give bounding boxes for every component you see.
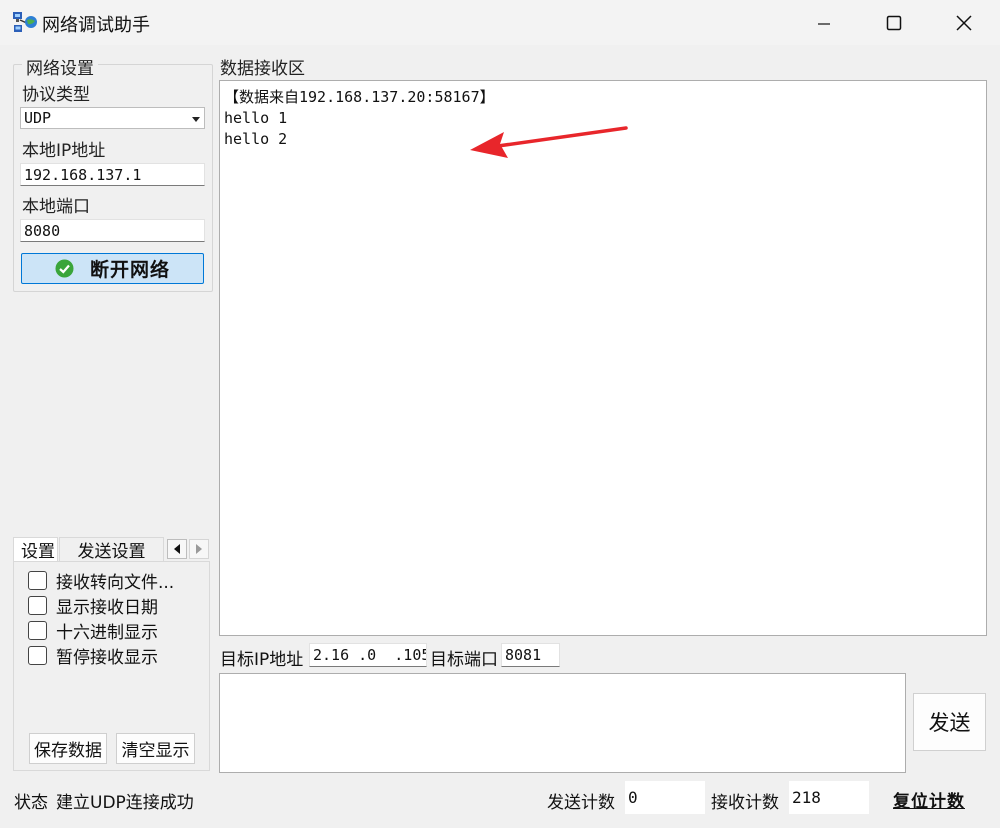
target-port-input[interactable]: 8081 — [501, 643, 560, 667]
tab-send-settings[interactable]: 发送设置 — [59, 537, 164, 562]
option-label: 暂停接收显示 — [56, 648, 158, 668]
minimize-button[interactable] — [789, 0, 859, 45]
receive-count-label: 接收计数 — [711, 793, 779, 813]
status-label: 状态 — [14, 793, 48, 813]
protocol-value: UDP — [24, 109, 52, 127]
option-label: 显示接收日期 — [56, 598, 158, 618]
receive-area-label: 数据接收区 — [220, 59, 305, 79]
close-button[interactable] — [929, 0, 999, 45]
checkbox[interactable] — [28, 571, 47, 590]
arrow-right-icon — [196, 544, 202, 554]
send-count-label: 发送计数 — [547, 793, 615, 813]
minimize-icon — [818, 22, 830, 25]
disconnect-button[interactable]: 断开网络 — [21, 253, 204, 284]
save-data-button[interactable]: 保存数据 — [29, 733, 107, 764]
option-pause-display[interactable]: 暂停接收显示 — [28, 643, 158, 668]
tab-scroll-left-button[interactable] — [167, 539, 187, 559]
checkbox[interactable] — [28, 596, 47, 615]
option-save-to-file[interactable]: 接收转向文件... — [28, 568, 174, 593]
local-port-input[interactable]: 8080 — [20, 219, 205, 242]
local-ip-input[interactable]: 192.168.137.1 — [20, 163, 205, 186]
network-app-icon — [12, 10, 38, 34]
protocol-label: 协议类型 — [22, 85, 90, 105]
maximize-icon — [886, 15, 902, 30]
network-settings-title: 网络设置 — [22, 54, 98, 79]
target-port-label: 目标端口 — [430, 650, 498, 670]
arrow-left-icon — [174, 544, 180, 554]
send-count-field: 0 — [625, 781, 705, 814]
window-title: 网络调试助手 — [42, 15, 150, 36]
tab-receive-settings-label: 设置 — [21, 542, 55, 561]
option-label: 十六进制显示 — [56, 623, 158, 643]
option-show-date[interactable]: 显示接收日期 — [28, 593, 158, 618]
send-button[interactable]: 发送 — [913, 693, 986, 751]
checkbox[interactable] — [28, 621, 47, 640]
protocol-select[interactable]: UDP — [20, 107, 205, 129]
settings-tabstrip: 设置 发送设置 — [13, 537, 211, 562]
local-port-label: 本地端口 — [22, 197, 90, 217]
dropdown-arrow-icon — [192, 109, 200, 127]
target-ip-label: 目标IP地址 — [220, 650, 304, 670]
check-circle-icon — [55, 259, 74, 278]
tab-receive-settings[interactable]: 设置 — [13, 537, 58, 561]
option-label: 接收转向文件... — [56, 573, 175, 593]
send-textarea[interactable] — [219, 673, 906, 773]
disconnect-button-label: 断开网络 — [89, 259, 170, 281]
option-hex-display[interactable]: 十六进制显示 — [28, 618, 158, 643]
tab-scroll-right-button[interactable] — [189, 539, 209, 559]
target-ip-input[interactable]: 2.16 .0 .105 — [309, 643, 427, 667]
maximize-button[interactable] — [859, 0, 929, 45]
checkbox[interactable] — [28, 646, 47, 665]
receive-line: 【数据来自192.168.137.20:58167】 — [224, 88, 495, 106]
local-ip-label: 本地IP地址 — [22, 141, 106, 161]
close-icon — [956, 14, 972, 31]
reset-count-button[interactable]: 复位计数 — [893, 787, 965, 812]
status-text: 建立UDP连接成功 — [56, 793, 194, 813]
tab-send-settings-label: 发送设置 — [77, 542, 146, 562]
annotation-arrow-icon — [460, 120, 640, 170]
receive-count-field: 218 — [789, 781, 869, 814]
clear-display-button[interactable]: 清空显示 — [116, 733, 195, 764]
